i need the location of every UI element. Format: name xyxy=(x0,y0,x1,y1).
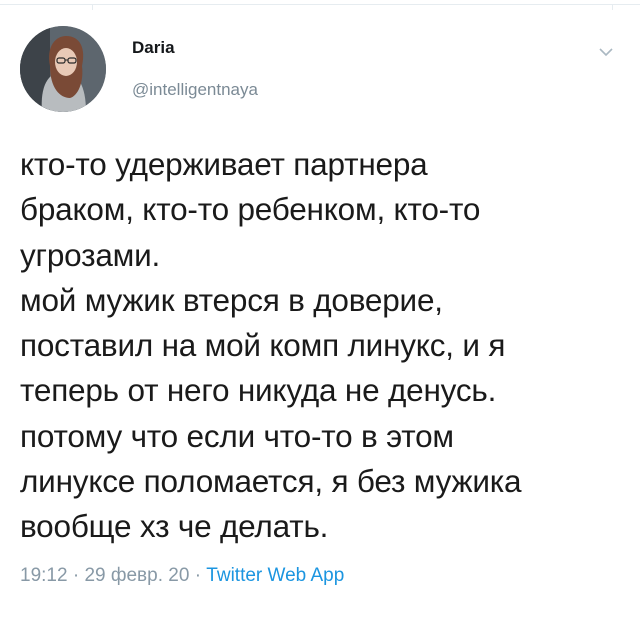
tweet-date[interactable]: 29 февр. 20 xyxy=(84,565,189,586)
author-handle[interactable]: @intelligentnaya xyxy=(132,80,258,100)
tweet-meta: 19:12 · 29 февр. 20 · Twitter Web App xyxy=(20,565,344,587)
meta-separator: · xyxy=(194,565,202,586)
tweet-source[interactable]: Twitter Web App xyxy=(206,565,344,586)
chevron-down-icon[interactable] xyxy=(594,44,618,60)
divider-tick xyxy=(92,4,93,10)
tweet-text: кто-то удерживает партнера браком, кто-т… xyxy=(20,146,522,545)
top-divider xyxy=(0,4,640,10)
author-name[interactable]: Daria xyxy=(132,38,175,58)
tweet-time[interactable]: 19:12 xyxy=(20,565,68,586)
divider-tick xyxy=(612,4,613,10)
meta-separator: · xyxy=(72,565,80,586)
avatar[interactable] xyxy=(20,26,106,112)
